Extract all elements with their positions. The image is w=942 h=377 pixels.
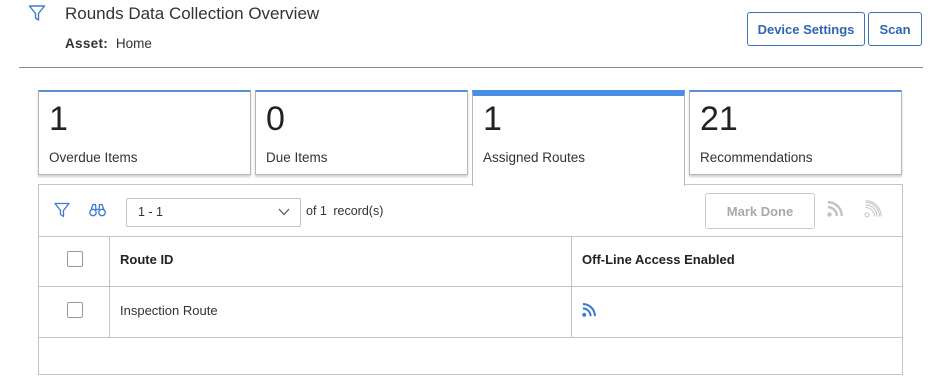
column-header-route-id[interactable]: Route ID: [120, 252, 173, 267]
records-label: record(s): [333, 204, 384, 218]
page-title: Rounds Data Collection Overview: [65, 4, 320, 23]
select-all-checkbox[interactable]: [67, 251, 83, 267]
tile-recommendations[interactable]: 21 Recommendations: [689, 90, 902, 175]
mark-done-button[interactable]: Mark Done: [705, 193, 815, 229]
table-header-bottom-border: [39, 286, 902, 287]
tile-label: Recommendations: [700, 150, 813, 165]
page-range-value: 1 - 1: [138, 205, 164, 219]
column-header-offline-access[interactable]: Off-Line Access Enabled: [582, 252, 735, 267]
routes-panel: 1 - 1 of 1 record(s) Mark Done Route ID …: [38, 184, 903, 375]
tile-count: 0: [266, 100, 285, 138]
tile-count: 1: [49, 100, 68, 138]
chevron-down-icon: [278, 208, 290, 216]
asset-value: Home: [115, 36, 152, 51]
filter-icon[interactable]: [54, 202, 70, 218]
of-label: of: [306, 204, 317, 218]
tile-count: 1: [483, 100, 502, 138]
rss-outline-icon[interactable]: [864, 200, 882, 218]
rss-icon[interactable]: [827, 201, 843, 217]
tile-due-items[interactable]: 0 Due Items: [255, 90, 468, 175]
tile-assigned-routes[interactable]: 1 Assigned Routes: [472, 90, 685, 186]
tile-label: Due Items: [266, 150, 328, 165]
tile-label: Assigned Routes: [483, 150, 586, 165]
record-count: of 1 record(s): [306, 204, 383, 218]
table-header-top-border: [39, 236, 902, 237]
page-range-select[interactable]: 1 - 1: [126, 198, 301, 227]
header-divider: [19, 67, 923, 68]
table-row-bottom-border: [39, 337, 902, 338]
tile-label: Overdue Items: [49, 150, 138, 165]
filter-icon[interactable]: [28, 4, 46, 22]
tile-count: 21: [700, 100, 738, 138]
device-settings-button[interactable]: Device Settings: [747, 12, 865, 46]
route-id-cell[interactable]: Inspection Route: [120, 303, 218, 318]
rss-icon: [582, 303, 596, 317]
asset-label: Asset:: [65, 36, 109, 51]
tile-overdue-items[interactable]: 1 Overdue Items: [38, 90, 251, 175]
column-divider: [571, 236, 572, 337]
scan-button[interactable]: Scan: [868, 12, 922, 46]
records-total: 1: [319, 204, 327, 218]
column-divider: [109, 236, 110, 337]
binoculars-icon[interactable]: [89, 203, 106, 217]
row-checkbox[interactable]: [67, 302, 83, 318]
asset-info: Asset: Home: [65, 36, 152, 51]
